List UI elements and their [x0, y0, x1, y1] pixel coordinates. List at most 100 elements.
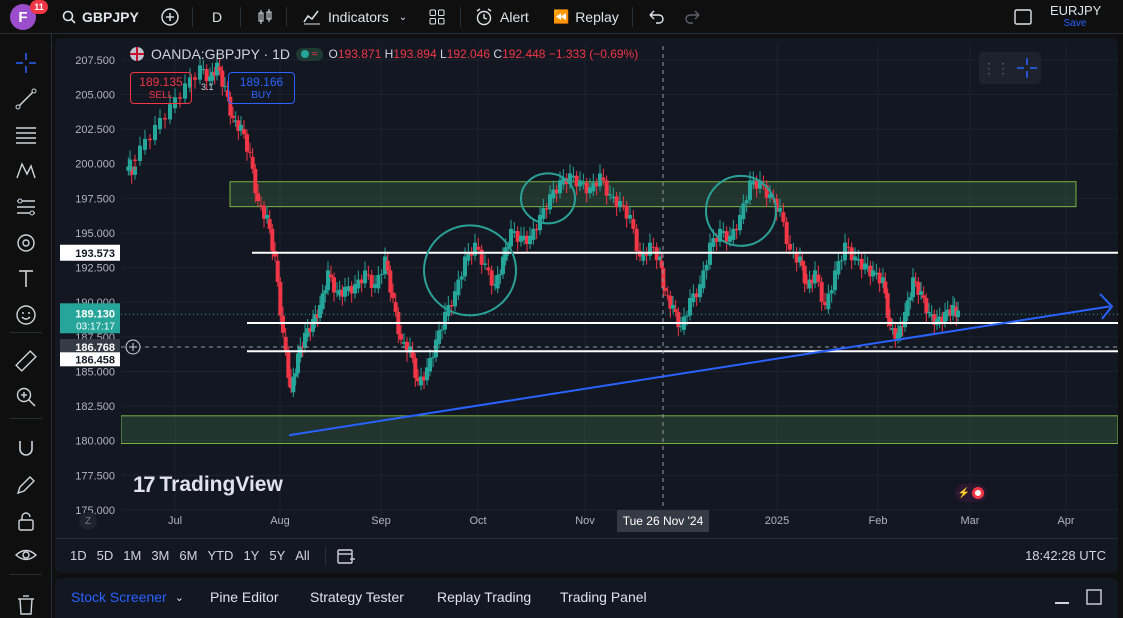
crosshair-icon[interactable]: [1016, 57, 1038, 79]
sell-button[interactable]: 189.135 SELL: [130, 72, 192, 104]
date-range-icon[interactable]: [336, 547, 356, 565]
range-5y[interactable]: 5Y: [264, 548, 290, 563]
candle-body: [628, 214, 632, 219]
crosshair-icon[interactable]: [13, 50, 39, 76]
candle-body: [956, 310, 960, 318]
candle-body: [329, 274, 333, 278]
range-3m[interactable]: 3M: [146, 548, 174, 563]
news-badge[interactable]: ⚡: [955, 484, 987, 502]
projection-icon[interactable]: [13, 194, 39, 220]
buy-button[interactable]: 189.166 BUY: [228, 72, 295, 104]
candle-body: [781, 212, 786, 222]
candle-body: [413, 358, 418, 378]
clock-label[interactable]: 18:42:28 UTC: [1025, 548, 1106, 563]
alert-button[interactable]: Alert: [474, 0, 529, 34]
price-tick: 192.500: [75, 263, 115, 275]
fullscreen-button[interactable]: [1014, 0, 1032, 34]
compare-button[interactable]: [160, 0, 180, 34]
candle-body: [223, 86, 227, 88]
candle-body: [486, 267, 491, 271]
range-all[interactable]: All: [290, 548, 314, 563]
brush-icon[interactable]: [13, 230, 39, 256]
candle-body: [379, 274, 384, 276]
candle-body: [459, 276, 464, 280]
candle-body: [744, 200, 749, 204]
minimize-icon[interactable]: [1055, 602, 1069, 604]
tab-pine-editor[interactable]: Pine Editor: [210, 578, 278, 616]
tab-trading-panel[interactable]: Trading Panel: [560, 578, 647, 616]
candle-body: [802, 265, 807, 284]
tradingview-watermark: 17 TradingView: [133, 472, 283, 497]
maximize-icon[interactable]: [1085, 588, 1103, 606]
symbol-search[interactable]: GBPJPY: [62, 0, 139, 34]
redo-button[interactable]: [684, 0, 702, 34]
candle-body: [816, 274, 821, 282]
price-tick: 180.000: [75, 436, 115, 448]
layout-name: EURJPY: [1050, 3, 1102, 18]
price-axis-bg: [55, 38, 121, 538]
candle-body: [320, 293, 325, 310]
range-5d[interactable]: 5D: [92, 548, 119, 563]
candle-body: [784, 221, 789, 245]
crosshair-price-tag: 186.768: [75, 342, 115, 354]
trash-icon[interactable]: [13, 592, 39, 618]
chart-type-button[interactable]: [256, 0, 274, 34]
range-1m[interactable]: 1M: [118, 548, 146, 563]
chart-pane[interactable]: 207.500 205.000 202.500 200.000 197.500 195.0…: [55, 38, 1118, 573]
time-label: 2025: [765, 515, 789, 527]
candle-body: [231, 115, 235, 119]
candle-body: [921, 295, 926, 299]
drag-handle-icon[interactable]: ⋮⋮: [982, 60, 1010, 77]
candle-body: [283, 336, 288, 352]
floating-drawing-toolbar[interactable]: ⋮⋮: [979, 52, 1041, 84]
candle-body: [673, 309, 678, 312]
candle-body: [489, 270, 494, 286]
candles-icon: [258, 9, 272, 24]
interval-button[interactable]: D: [212, 0, 222, 34]
tab-strategy-tester[interactable]: Strategy Tester: [310, 578, 404, 616]
candle-body: [483, 263, 487, 265]
time-label: Jul: [168, 515, 182, 527]
indicators-button[interactable]: Indicators ⌄: [302, 0, 407, 34]
candle-body: [634, 228, 639, 251]
trendline-icon[interactable]: [13, 86, 39, 112]
tab-replay-trading[interactable]: Replay Trading: [437, 578, 531, 616]
undo-button[interactable]: [647, 0, 665, 34]
fib-icon[interactable]: [13, 122, 39, 148]
layout-save[interactable]: EURJPY Save: [1050, 3, 1102, 29]
range-1d[interactable]: 1D: [65, 548, 92, 563]
ruler-icon[interactable]: [13, 348, 39, 374]
window-icon: [1014, 9, 1032, 25]
candle-body: [503, 247, 508, 261]
zoom-icon[interactable]: [13, 384, 39, 410]
tab-stock-screener[interactable]: Stock Screener ⌄: [71, 578, 184, 616]
magnet-icon[interactable]: [13, 436, 39, 462]
pattern-icon[interactable]: [13, 158, 39, 184]
candle-body: [498, 274, 503, 276]
emoji-icon[interactable]: [13, 302, 39, 328]
time-label: Feb: [869, 515, 888, 527]
candle-body: [275, 260, 280, 282]
candle-body: [138, 145, 142, 161]
candle-body: [819, 281, 824, 302]
eye-icon[interactable]: [13, 542, 39, 568]
time-label: Nov: [575, 515, 595, 527]
replay-button[interactable]: ⏪ Replay: [553, 0, 619, 34]
candle-body: [608, 194, 612, 196]
pencil-lock-icon[interactable]: [13, 472, 39, 498]
range-6m[interactable]: 6M: [174, 548, 202, 563]
candle-body: [363, 270, 367, 284]
timezone-button[interactable]: Z: [79, 512, 97, 530]
rewind-icon: ⏪: [553, 9, 570, 24]
time-label: Sep: [371, 515, 391, 527]
lock-icon[interactable]: [13, 508, 39, 534]
candle-body: [663, 287, 667, 292]
candle-body: [731, 228, 736, 240]
chart-legend: OANDA:GBPJPY · 1D ≈ O193.871 H193.894 L1…: [129, 46, 638, 62]
candle-body: [888, 317, 892, 326]
market-status-icon[interactable]: ≈: [296, 47, 323, 61]
range-ytd[interactable]: YTD: [202, 548, 238, 563]
text-icon[interactable]: [13, 266, 39, 292]
range-1y[interactable]: 1Y: [238, 548, 264, 563]
layouts-button[interactable]: [428, 0, 446, 34]
